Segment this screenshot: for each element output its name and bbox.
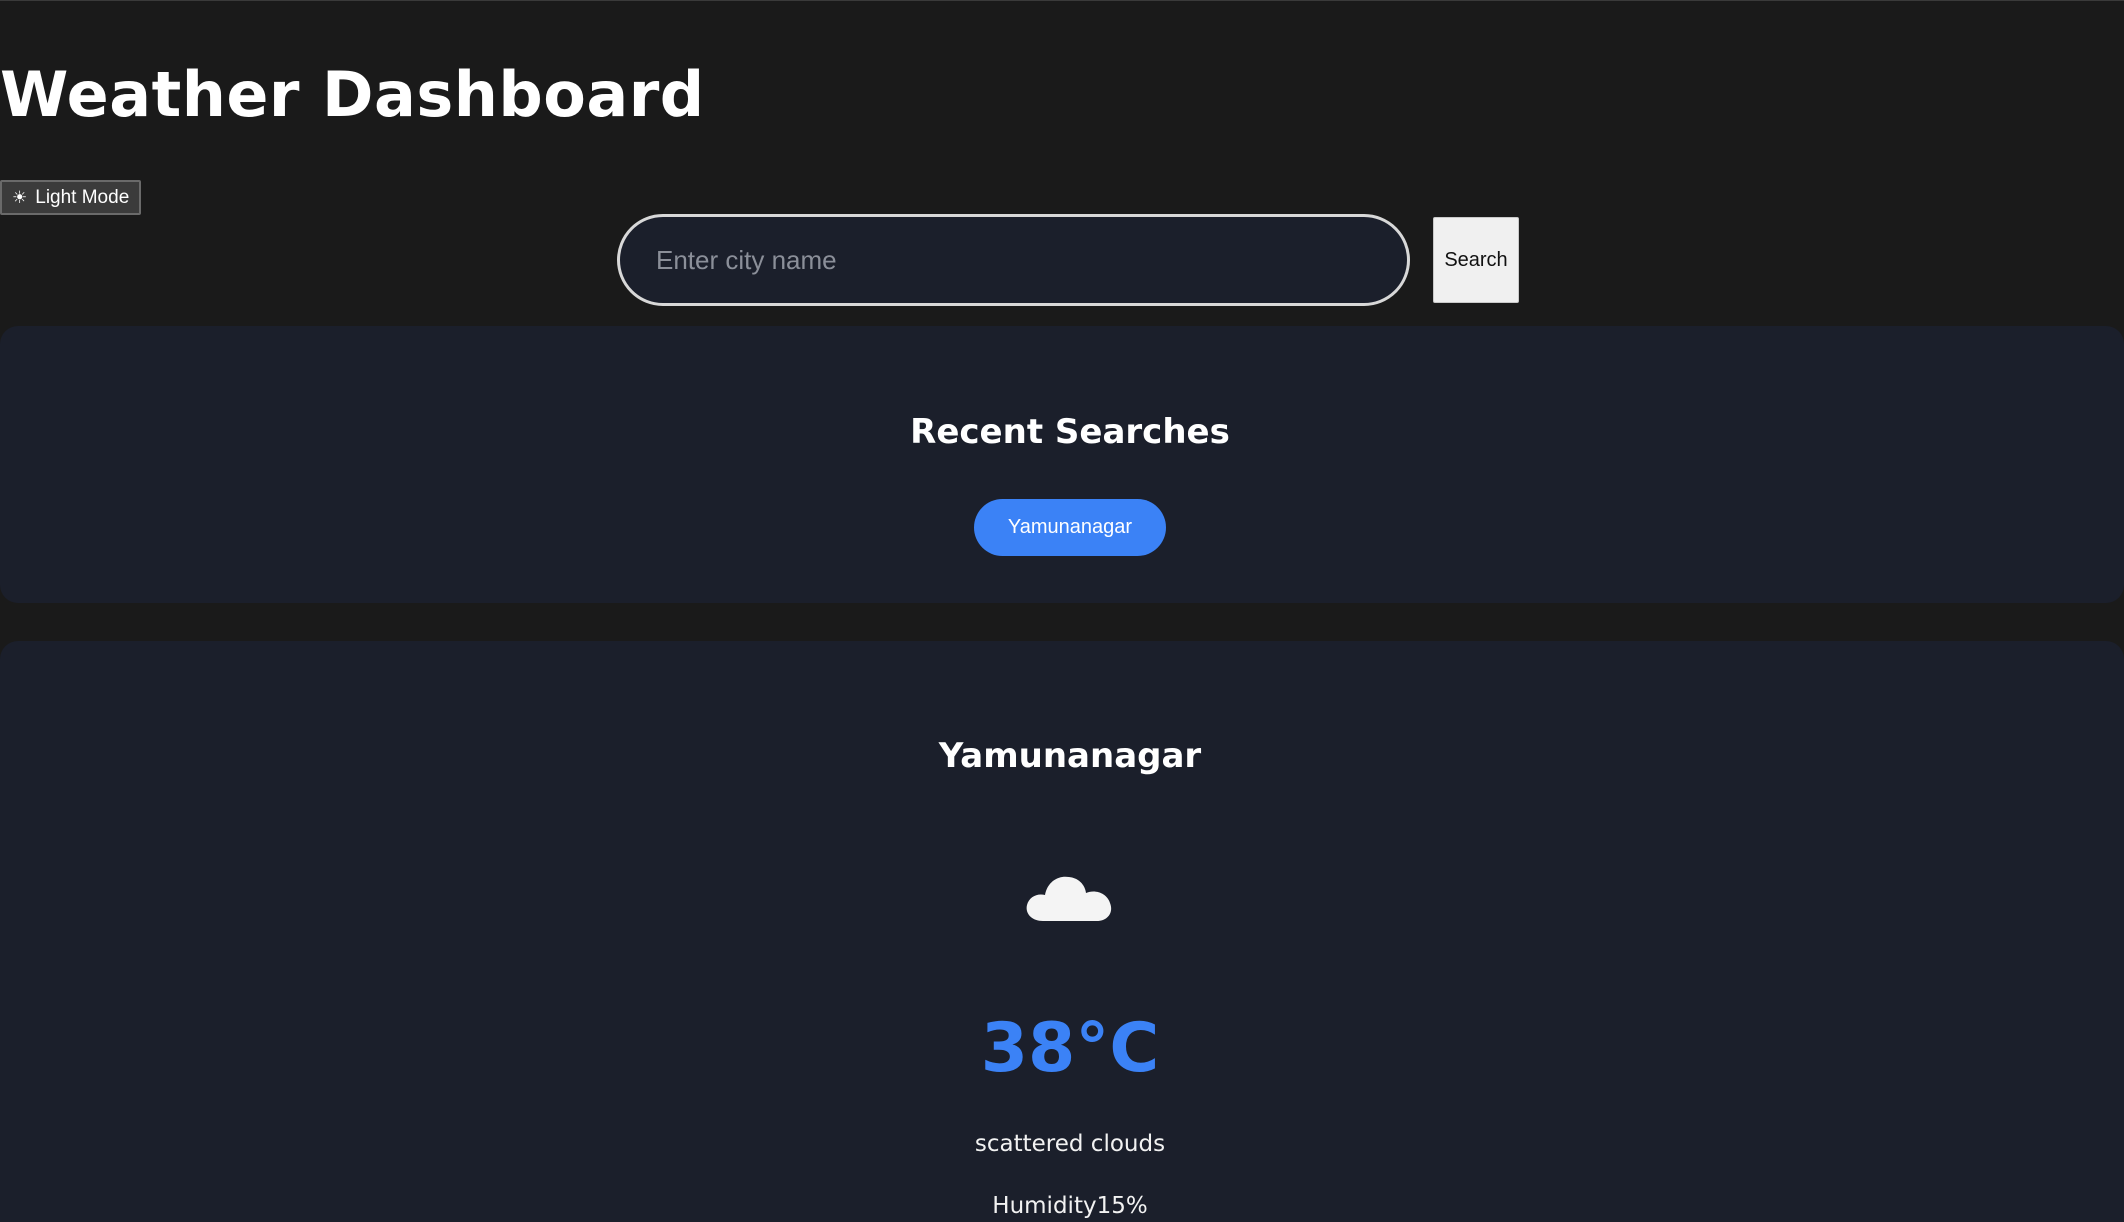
theme-toggle-label: Light Mode	[35, 186, 130, 208]
weather-description: scattered clouds	[974, 1131, 1166, 1157]
cloud-icon	[1026, 876, 1112, 921]
recent-searches-title: Recent Searches	[910, 412, 1230, 452]
temperature-value: 38°C	[980, 1009, 1160, 1088]
weather-card: Yamunanagar 38°C scattered clouds Humidi…	[0, 641, 2124, 1222]
page-title: Weather Dashboard	[0, 58, 705, 131]
sun-icon: ☀	[12, 188, 28, 207]
recent-searches-panel: Recent Searches Yamunanagar	[0, 326, 2124, 603]
theme-toggle-button[interactable]: ☀ Light Mode	[0, 180, 142, 215]
search-button[interactable]: Search	[1433, 217, 1519, 303]
humidity-label: Humidity	[992, 1193, 1097, 1219]
humidity-readout: Humidity15%	[0, 1193, 2124, 1219]
humidity-value: 15%	[1096, 1193, 1148, 1219]
recent-searches-list: Yamunanagar	[0, 499, 2124, 556]
city-search-input[interactable]	[617, 214, 1410, 306]
city-name: Yamunanagar	[938, 736, 1202, 776]
recent-search-chip[interactable]: Yamunanagar	[973, 499, 1167, 556]
